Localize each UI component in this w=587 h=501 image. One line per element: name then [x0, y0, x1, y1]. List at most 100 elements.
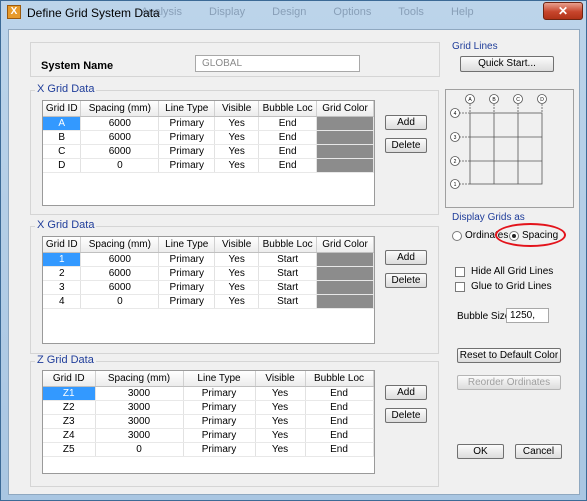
- table-cell[interactable]: Primary: [183, 414, 256, 429]
- grid-color-swatch[interactable]: [316, 130, 374, 145]
- table-cell[interactable]: Primary: [158, 294, 216, 309]
- quick-start-button[interactable]: Quick Start...: [460, 56, 554, 72]
- table-cell[interactable]: A: [43, 116, 82, 131]
- table-cell[interactable]: Yes: [214, 158, 260, 173]
- table-row[interactable]: A 6000 Primary Yes End: [43, 116, 374, 131]
- glue-option[interactable]: Glue to Grid Lines: [455, 281, 552, 292]
- table-cell[interactable]: End: [258, 158, 318, 173]
- table-cell[interactable]: Primary: [158, 280, 216, 295]
- ordinates-radio[interactable]: [452, 230, 462, 241]
- y-add-button[interactable]: Add: [385, 250, 427, 265]
- table-cell[interactable]: Z1: [43, 386, 96, 401]
- ok-button[interactable]: OK: [457, 444, 504, 459]
- table-row[interactable]: Z4 3000 Primary Yes End: [43, 428, 374, 443]
- close-button[interactable]: ✕: [543, 2, 583, 20]
- table-cell[interactable]: End: [305, 414, 374, 429]
- y-delete-button[interactable]: Delete: [385, 273, 427, 288]
- grid-color-swatch[interactable]: [316, 116, 374, 131]
- table-cell[interactable]: Yes: [255, 442, 306, 457]
- table-cell[interactable]: Z5: [43, 442, 96, 457]
- table-cell[interactable]: 0: [80, 158, 160, 173]
- cancel-button[interactable]: Cancel: [515, 444, 562, 459]
- table-cell[interactable]: Yes: [214, 280, 260, 295]
- table-cell[interactable]: 6000: [80, 130, 160, 145]
- table-cell[interactable]: Primary: [158, 144, 216, 159]
- table-cell[interactable]: 0: [95, 442, 184, 457]
- table-cell[interactable]: End: [305, 428, 374, 443]
- reorder-ordinates-button[interactable]: Reorder Ordinates: [457, 375, 561, 390]
- grid-color-swatch[interactable]: [316, 294, 374, 309]
- z-delete-button[interactable]: Delete: [385, 408, 427, 423]
- table-cell[interactable]: Z3: [43, 414, 96, 429]
- table-cell[interactable]: Start: [258, 294, 318, 309]
- table-cell[interactable]: Z2: [43, 400, 96, 415]
- table-cell[interactable]: Primary: [158, 266, 216, 281]
- bubble-size-input[interactable]: 1250,: [506, 308, 549, 323]
- table-cell[interactable]: 6000: [80, 116, 160, 131]
- table-cell[interactable]: Z4: [43, 428, 96, 443]
- table-cell[interactable]: End: [258, 130, 318, 145]
- grid-color-swatch[interactable]: [316, 158, 374, 173]
- table-row[interactable]: 1 6000 Primary Yes Start: [43, 252, 374, 267]
- table-row[interactable]: Z3 3000 Primary Yes End: [43, 414, 374, 429]
- table-cell[interactable]: End: [305, 442, 374, 457]
- table-cell[interactable]: Yes: [214, 252, 260, 267]
- table-cell[interactable]: End: [305, 400, 374, 415]
- x-delete-button[interactable]: Delete: [385, 138, 427, 153]
- table-cell[interactable]: 1: [43, 252, 82, 267]
- table-cell[interactable]: Yes: [214, 130, 260, 145]
- table-cell[interactable]: Start: [258, 266, 318, 281]
- table-cell[interactable]: Primary: [183, 428, 256, 443]
- table-cell[interactable]: End: [258, 144, 318, 159]
- table-cell[interactable]: Yes: [214, 144, 260, 159]
- table-row[interactable]: 2 6000 Primary Yes Start: [43, 266, 374, 281]
- table-row[interactable]: D 0 Primary Yes End: [43, 158, 374, 173]
- table-cell[interactable]: C: [43, 144, 82, 159]
- table-cell[interactable]: 2: [43, 266, 82, 281]
- glue-checkbox[interactable]: [455, 281, 465, 292]
- grid-color-swatch[interactable]: [316, 144, 374, 159]
- table-row[interactable]: Z2 3000 Primary Yes End: [43, 400, 374, 415]
- table-cell[interactable]: Yes: [214, 266, 260, 281]
- table-cell[interactable]: 3: [43, 280, 82, 295]
- table-cell[interactable]: 3000: [95, 428, 184, 443]
- reset-color-button[interactable]: Reset to Default Color: [457, 348, 561, 363]
- table-row[interactable]: Z1 3000 Primary Yes End: [43, 386, 374, 401]
- table-cell[interactable]: Primary: [158, 158, 216, 173]
- grid-color-swatch[interactable]: [316, 266, 374, 281]
- table-row[interactable]: 3 6000 Primary Yes Start: [43, 280, 374, 295]
- table-cell[interactable]: 6000: [80, 144, 160, 159]
- table-cell[interactable]: End: [305, 386, 374, 401]
- table-cell[interactable]: Primary: [158, 252, 216, 267]
- z-add-button[interactable]: Add: [385, 385, 427, 400]
- table-cell[interactable]: 3000: [95, 386, 184, 401]
- table-cell[interactable]: Yes: [214, 116, 260, 131]
- table-row[interactable]: B 6000 Primary Yes End: [43, 130, 374, 145]
- table-cell[interactable]: Primary: [183, 400, 256, 415]
- table-row[interactable]: C 6000 Primary Yes End: [43, 144, 374, 159]
- table-row[interactable]: 4 0 Primary Yes Start: [43, 294, 374, 309]
- table-cell[interactable]: 3000: [95, 414, 184, 429]
- table-cell[interactable]: Start: [258, 252, 318, 267]
- grid-color-swatch[interactable]: [316, 252, 374, 267]
- table-cell[interactable]: Yes: [255, 414, 306, 429]
- table-cell[interactable]: Yes: [255, 428, 306, 443]
- table-cell[interactable]: 6000: [80, 280, 160, 295]
- table-cell[interactable]: B: [43, 130, 82, 145]
- system-name-input[interactable]: GLOBAL: [195, 55, 360, 72]
- table-cell[interactable]: Yes: [214, 294, 260, 309]
- table-cell[interactable]: 4: [43, 294, 82, 309]
- table-cell[interactable]: Primary: [183, 442, 256, 457]
- table-cell[interactable]: Primary: [183, 386, 256, 401]
- table-cell[interactable]: 3000: [95, 400, 184, 415]
- table-cell[interactable]: D: [43, 158, 82, 173]
- hide-all-checkbox[interactable]: [455, 266, 465, 277]
- table-cell[interactable]: Primary: [158, 130, 216, 145]
- table-cell[interactable]: Primary: [158, 116, 216, 131]
- x-add-button[interactable]: Add: [385, 115, 427, 130]
- table-cell[interactable]: Yes: [255, 386, 306, 401]
- table-cell[interactable]: 0: [80, 294, 160, 309]
- table-cell[interactable]: 6000: [80, 266, 160, 281]
- table-cell[interactable]: Start: [258, 280, 318, 295]
- table-row[interactable]: Z5 0 Primary Yes End: [43, 442, 374, 457]
